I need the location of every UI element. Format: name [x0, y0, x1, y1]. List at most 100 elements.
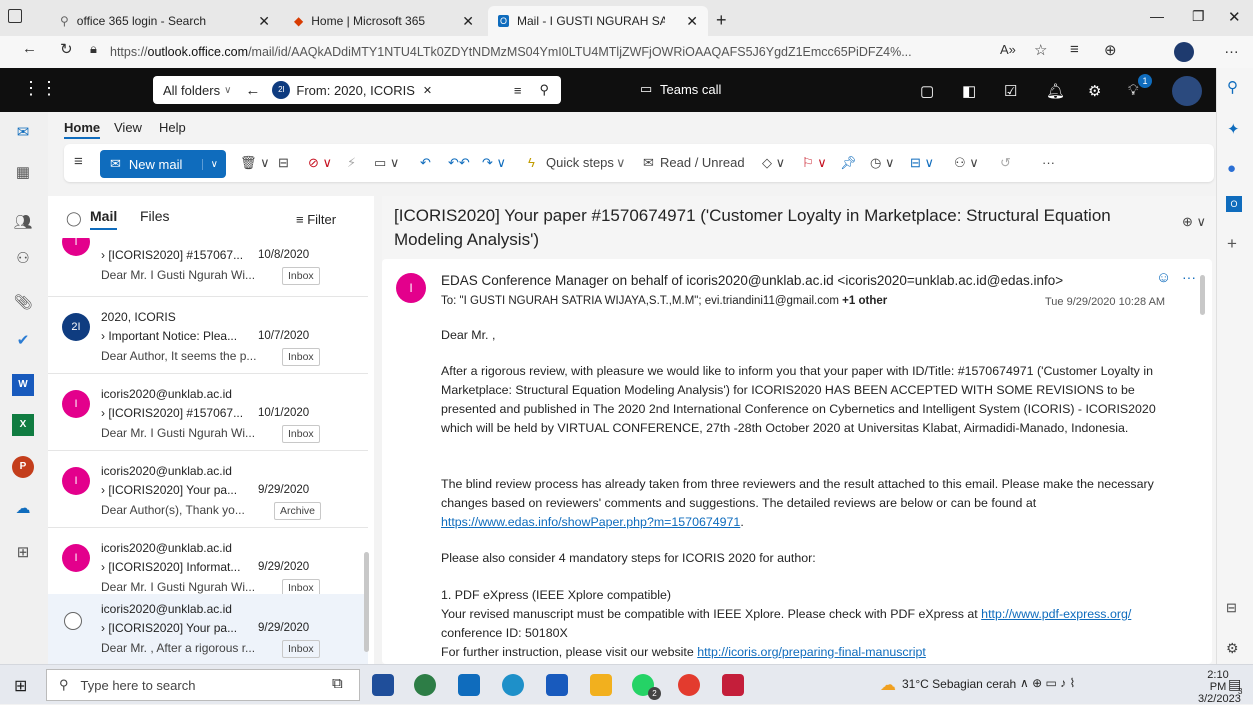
archive-icon[interactable]: ⊟	[278, 155, 289, 171]
calendar-icon[interactable]: ▦	[12, 162, 34, 184]
windows-start-icon[interactable]: ⊞	[14, 676, 27, 696]
gear-icon[interactable]: ⚙	[1088, 82, 1101, 100]
todo-icon[interactable]: ☑	[1004, 82, 1017, 100]
read-unread-button[interactable]: Read / Unread	[660, 155, 745, 170]
forward-icon[interactable]: ↷ ∨	[482, 155, 506, 171]
folder-scope-dropdown[interactable]: All folders	[163, 83, 220, 98]
sender-line[interactable]: EDAS Conference Manager on behalf of ico…	[441, 273, 1063, 288]
tray-icons[interactable]: ∧ ⊕ ▭ ♪ ⌇	[1020, 676, 1075, 690]
close-icon[interactable]: ✕	[258, 13, 270, 30]
outlook-taskbar-icon[interactable]	[458, 674, 480, 696]
task-view-icon[interactable]: ⧉	[332, 675, 343, 692]
teams-icon[interactable]: ⚇ ∨	[954, 155, 979, 171]
copilot-icon[interactable]: ✦	[1227, 120, 1240, 138]
tag-icon[interactable]: ◇ ∨	[762, 155, 785, 171]
minimize-icon[interactable]: —	[1150, 8, 1164, 24]
list-item[interactable]: I icoris2020@unklab.ac.id › [ICORIS2020]…	[48, 451, 368, 528]
list-item[interactable]: I icoris2020@unklab.ac.id › [ICORIS2020]…	[48, 374, 368, 451]
pdf-express-link[interactable]: http://www.pdf-express.org/	[981, 607, 1131, 621]
tab-mail[interactable]: Mail	[90, 208, 118, 230]
gear-icon[interactable]: ⚙	[1226, 640, 1239, 657]
mcafee-icon[interactable]	[722, 674, 744, 696]
tab-view[interactable]: View	[114, 120, 142, 135]
add-icon[interactable]: +	[1227, 234, 1237, 254]
more-apps-icon[interactable]: ⊞	[12, 542, 34, 564]
outlook-icon[interactable]: O	[1226, 196, 1242, 212]
list-item-selected[interactable]: icoris2020@unklab.ac.id › [ICORIS2020] Y…	[48, 594, 368, 664]
chrome-icon[interactable]	[678, 674, 700, 696]
quick-steps-chevron-icon[interactable]: ∨	[616, 155, 626, 171]
edas-link[interactable]: https://www.edas.info/showPaper.php?m=15…	[441, 515, 740, 529]
reply-icon[interactable]: ↶	[420, 155, 431, 171]
list-item[interactable]: I › [ICORIS2020] #157067... 10/8/2020 De…	[48, 238, 368, 297]
close-icon[interactable]: ✕	[686, 13, 698, 30]
browser-tab-search[interactable]: ⚲ office 365 login - Search ✕	[50, 6, 280, 36]
more-icon[interactable]: …	[1224, 40, 1239, 57]
undo-icon[interactable]: ↺	[1000, 155, 1011, 171]
collections-icon[interactable]: ⊕	[1104, 41, 1117, 59]
edge-taskbar-icon[interactable]	[502, 674, 524, 696]
window-close-icon[interactable]: ✕	[1228, 8, 1241, 26]
search-icon[interactable]: ⚲	[1227, 78, 1238, 96]
app-launcher-icon[interactable]: ⋮⋮	[22, 78, 58, 99]
filter-icon[interactable]: ≡	[514, 83, 522, 98]
delete-icon[interactable]: 🗑︎ ∨	[240, 155, 270, 171]
tab-actions-icon[interactable]	[8, 9, 22, 23]
lock-icon[interactable]: 🔒︎	[90, 41, 97, 57]
hamburger-icon[interactable]: ≡	[74, 153, 83, 170]
teams-call-button[interactable]: Teams call	[660, 82, 721, 97]
chip-close-icon[interactable]: ✕	[423, 84, 432, 97]
paint-app-icon[interactable]	[414, 674, 436, 696]
rules-icon[interactable]: ⊟ ∨	[910, 155, 934, 171]
favorite-icon[interactable]: ☆	[1034, 41, 1047, 59]
taskbar-search[interactable]: ⚲ Type here to search	[46, 669, 360, 701]
quick-steps-button[interactable]: Quick steps	[546, 155, 614, 170]
browser-tab-mail[interactable]: O Mail - I GUSTI NGURAH SATRIA W ✕	[488, 6, 708, 36]
report-icon[interactable]: ⊘ ∨	[308, 155, 332, 171]
bell-icon[interactable]: 🔔︎	[1046, 82, 1065, 100]
select-checkbox[interactable]	[64, 612, 82, 630]
list-item[interactable]: 2I 2020, ICORIS › Important Notice: Plea…	[48, 297, 368, 374]
favorites-bar-icon[interactable]: ≡	[1070, 41, 1079, 58]
refresh-icon[interactable]: ↻	[60, 40, 73, 58]
sidebar-toggle-icon[interactable]: ⊟	[1226, 600, 1237, 616]
lightbulb-icon[interactable]: 💡︎	[1128, 82, 1139, 99]
shopping-icon[interactable]: ●	[1227, 160, 1236, 177]
powerpoint-icon[interactable]: P	[12, 456, 34, 478]
chevron-down-icon[interactable]: ∨	[201, 158, 226, 170]
browser-tab-m365[interactable]: ◆ Home | Microsoft 365 ✕	[284, 6, 484, 36]
more-options-button[interactable]: ···	[1042, 155, 1055, 170]
onenote-icon[interactable]: ◧	[962, 82, 976, 100]
excel-icon[interactable]: X	[12, 414, 34, 436]
new-tab-icon[interactable]: +	[716, 10, 727, 31]
file-explorer-icon[interactable]	[590, 674, 612, 696]
account-avatar[interactable]	[1172, 76, 1202, 106]
new-mail-button[interactable]: ✉ New mail ∨	[100, 150, 226, 178]
word-taskbar-icon[interactable]	[546, 674, 568, 696]
people-icon[interactable]: 👥︎	[12, 212, 34, 234]
tab-files[interactable]: Files	[140, 208, 170, 224]
onedrive-icon[interactable]: ☁	[12, 498, 34, 520]
search-icon[interactable]: ⚲	[539, 82, 549, 98]
other-recipients[interactable]: +1 other	[842, 295, 887, 307]
read-aloud-icon[interactable]: A»	[1000, 42, 1016, 57]
list-scrollbar[interactable]	[364, 552, 369, 652]
mail-icon[interactable]: ✉	[12, 122, 34, 144]
filter-button[interactable]: ≡ Filter	[296, 212, 336, 227]
word-icon[interactable]: W	[12, 374, 34, 396]
pin-icon[interactable]: 📌︎	[840, 155, 857, 171]
tab-home[interactable]: Home	[64, 120, 101, 139]
recipients-line[interactable]: To: "I GUSTI NGURAH SATRIA WIJAYA,S.T.,M…	[441, 295, 887, 307]
chat-icon[interactable]: ▢	[920, 82, 934, 100]
reaction-icon[interactable]: ☺	[1156, 269, 1171, 286]
close-icon[interactable]: ✕	[462, 13, 474, 30]
groups-icon[interactable]: ⚇	[12, 248, 34, 270]
back-icon[interactable]: ←	[22, 40, 37, 57]
todo-check-icon[interactable]: ✔	[12, 330, 34, 352]
restore-icon[interactable]: ❐	[1192, 8, 1205, 25]
profile-avatar[interactable]	[1174, 42, 1194, 62]
weather-text[interactable]: 31°C Sebagian cerah	[902, 677, 1016, 691]
reply-all-icon[interactable]: ↶↶	[448, 155, 470, 171]
flag-icon[interactable]: ⚐ ∨	[802, 155, 827, 171]
sweep-icon[interactable]: ⚡︎	[347, 155, 356, 171]
